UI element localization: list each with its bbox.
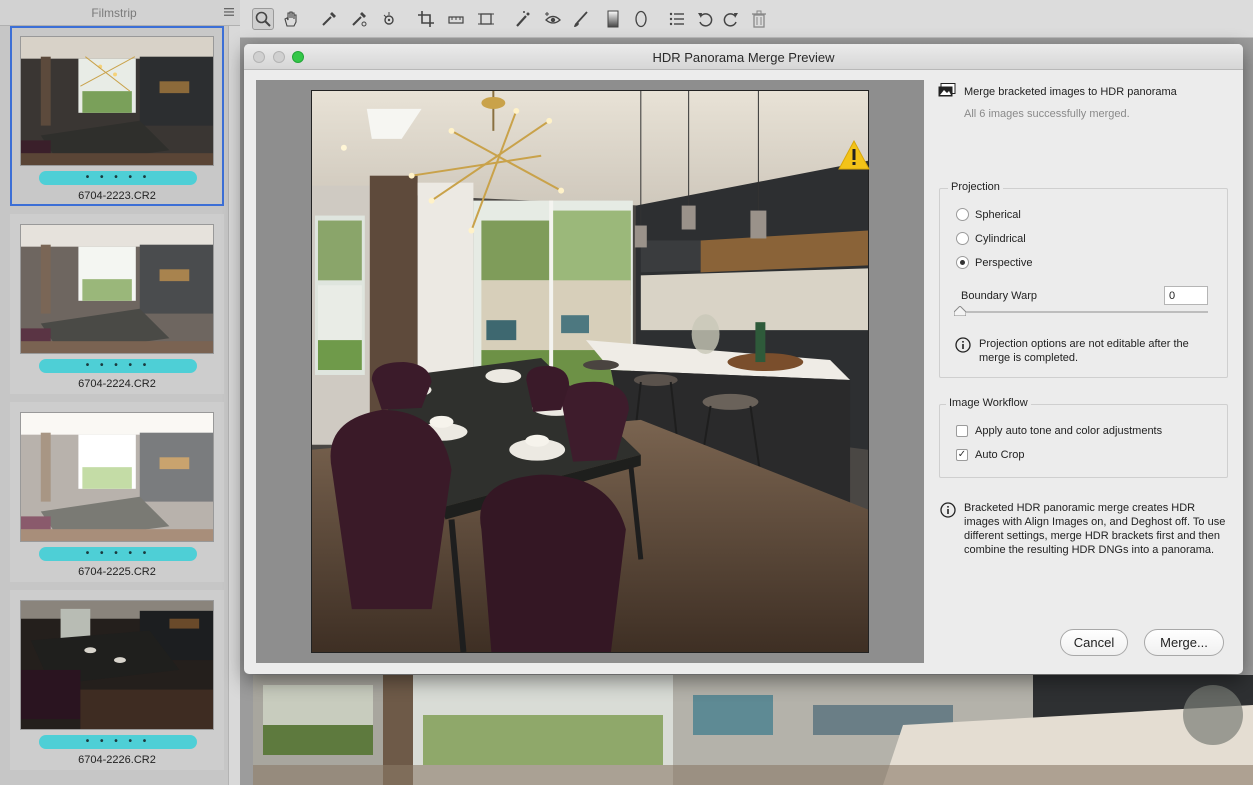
- thumbnail-image: [20, 600, 214, 730]
- cancel-button[interactable]: Cancel: [1060, 629, 1128, 656]
- rotate-left-icon: [698, 13, 713, 27]
- filmstrip-title: Filmstrip: [91, 6, 137, 20]
- thumbnail-filename: 6704-2223.CR2: [78, 190, 156, 202]
- rotate-left-button[interactable]: [694, 8, 716, 30]
- red-eye-icon: [545, 12, 561, 24]
- rotate-right-button[interactable]: [720, 8, 742, 30]
- zoom-icon: [255, 11, 271, 27]
- panorama-icon: [938, 83, 956, 97]
- auto-crop-label[interactable]: Auto Crop: [975, 449, 1025, 461]
- merge-options-panel: Merge bracketed images to HDR panorama A…: [938, 80, 1238, 670]
- spot-removal-icon: [516, 11, 530, 27]
- dialog-title: HDR Panorama Merge Preview: [652, 50, 835, 65]
- cylindrical-label[interactable]: Cylindrical: [975, 233, 1026, 245]
- crop-tool-button[interactable]: [415, 8, 437, 30]
- hdr-panorama-merge-dialog: HDR Panorama Merge Preview Merge bracket…: [244, 44, 1243, 674]
- radio-spherical[interactable]: [956, 208, 969, 221]
- panorama-preview-image: [311, 90, 869, 653]
- image-workflow-label: Image Workflow: [946, 397, 1031, 409]
- white-balance-icon: [322, 12, 336, 26]
- merge-button[interactable]: Merge...: [1144, 629, 1224, 656]
- dialog-titlebar: HDR Panorama Merge Preview: [244, 44, 1243, 70]
- filmstrip-item[interactable]: • • • • • 6704-2226.CR2: [10, 590, 224, 770]
- filmstrip-panel: Filmstrip • • • • • 6704-2223.CR2 • • • …: [0, 0, 240, 785]
- filmstrip-item[interactable]: • • • • • 6704-2224.CR2: [10, 214, 224, 394]
- color-sampler-icon: [352, 12, 367, 27]
- filmstrip-item[interactable]: • • • • • 6704-2223.CR2: [10, 26, 224, 206]
- projection-note: Projection options are not editable afte…: [979, 338, 1189, 364]
- background-photo: [253, 675, 1253, 785]
- targeted-adjustment-icon: [383, 12, 394, 25]
- merge-title: Merge bracketed images to HDR panorama: [964, 86, 1177, 98]
- menu-icon[interactable]: [223, 6, 235, 18]
- rating-bar[interactable]: • • • • •: [39, 359, 197, 373]
- red-eye-tool-button[interactable]: [542, 8, 564, 30]
- boundary-warp-input[interactable]: [1164, 286, 1208, 305]
- projection-label: Projection: [948, 181, 1003, 193]
- radial-filter-tool-button[interactable]: [630, 8, 652, 30]
- radio-perspective[interactable]: [956, 256, 969, 269]
- thumbnail-image: [20, 36, 214, 166]
- graduated-filter-icon: [607, 10, 619, 28]
- filmstrip-header: Filmstrip: [0, 0, 240, 26]
- presets-list-button[interactable]: [666, 8, 688, 30]
- slider-thumb-icon[interactable]: [954, 306, 966, 316]
- merge-status-text: All 6 images successfully merged.: [964, 108, 1130, 120]
- straighten-icon: [448, 16, 464, 24]
- auto-crop-checkbox[interactable]: ✓: [956, 449, 968, 461]
- filmstrip-item[interactable]: • • • • • 6704-2225.CR2: [10, 402, 224, 582]
- crop-icon: [418, 11, 434, 27]
- delete-button[interactable]: [748, 8, 770, 30]
- thumbnail-filename: 6704-2225.CR2: [78, 566, 156, 578]
- hand-tool-button[interactable]: [280, 8, 302, 30]
- toolbar: [240, 0, 1253, 38]
- warning-icon[interactable]: [838, 140, 870, 170]
- rating-bar[interactable]: • • • • •: [39, 171, 197, 185]
- radio-cylindrical[interactable]: [956, 232, 969, 245]
- perspective-label[interactable]: Perspective: [975, 257, 1032, 269]
- rating-bar[interactable]: • • • • •: [39, 547, 197, 561]
- spot-removal-tool-button[interactable]: [512, 8, 534, 30]
- spherical-label[interactable]: Spherical: [975, 209, 1021, 221]
- boundary-warp-slider[interactable]: [958, 311, 1208, 313]
- presets-list-icon: [669, 12, 684, 26]
- zoom-tool-button[interactable]: [252, 8, 274, 30]
- transform-tool-button[interactable]: [475, 8, 497, 30]
- hdr-info-note: Bracketed HDR panoramic merge creates HD…: [964, 502, 1226, 556]
- color-sampler-tool-button[interactable]: [348, 8, 370, 30]
- rating-bar[interactable]: • • • • •: [39, 735, 197, 749]
- brush-icon: [574, 11, 588, 27]
- adjustment-brush-tool-button[interactable]: [570, 8, 592, 30]
- hand-icon: [284, 11, 297, 27]
- auto-tone-checkbox[interactable]: [956, 425, 968, 437]
- white-balance-tool-button[interactable]: [318, 8, 340, 30]
- thumbnail-filename: 6704-2224.CR2: [78, 378, 156, 390]
- trash-icon: [752, 10, 766, 28]
- rotate-right-icon: [723, 13, 738, 27]
- graduated-filter-tool-button[interactable]: [602, 8, 624, 30]
- filmstrip-scrollbar[interactable]: [228, 26, 240, 785]
- boundary-warp-label: Boundary Warp: [961, 290, 1038, 302]
- preview-area: [256, 80, 924, 663]
- radial-filter-icon: [635, 10, 647, 28]
- thumbnail-image: [20, 412, 214, 542]
- thumbnail-filename: 6704-2226.CR2: [78, 754, 156, 766]
- targeted-adjustment-tool-button[interactable]: [378, 8, 400, 30]
- auto-tone-label[interactable]: Apply auto tone and color adjustments: [975, 425, 1162, 437]
- info-icon: [955, 337, 971, 353]
- straighten-tool-button[interactable]: [445, 8, 467, 30]
- info-icon: [940, 502, 956, 518]
- transform-icon: [478, 13, 494, 25]
- thumbnail-image: [20, 224, 214, 354]
- image-workflow-group: [939, 404, 1228, 478]
